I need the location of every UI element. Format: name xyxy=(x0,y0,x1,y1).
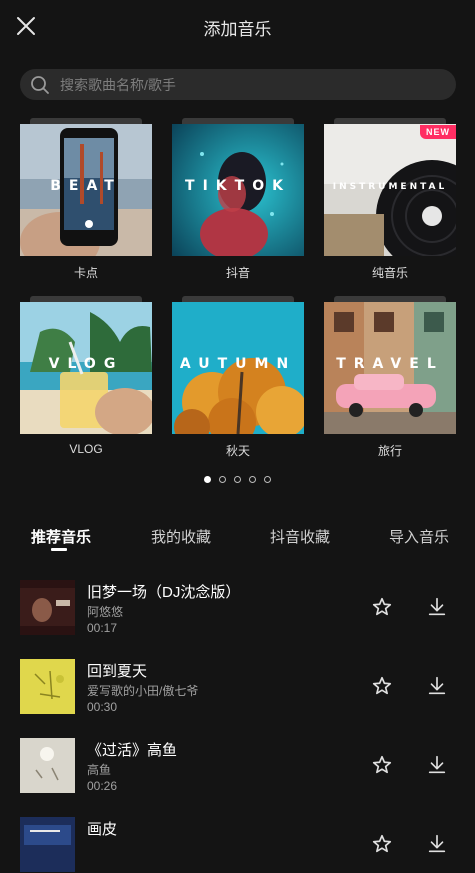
song-cover xyxy=(20,580,75,635)
song-artist: 高鱼 xyxy=(87,763,112,777)
song-duration: 00:30 xyxy=(87,700,118,714)
page-dot[interactable] xyxy=(219,476,226,483)
category-label: 秋天 xyxy=(225,444,250,458)
category-tiktok[interactable]: TIKTOK 抖音 xyxy=(172,118,304,280)
tab-recommended[interactable]: 推荐音乐 xyxy=(31,526,91,547)
page-dot[interactable] xyxy=(204,476,211,483)
category-label: VLOG xyxy=(69,442,103,456)
song-cover xyxy=(20,659,75,714)
song-title: 旧梦一场（DJ沈念版） xyxy=(87,584,241,601)
tab-douyin-favorites[interactable]: 抖音收藏 xyxy=(270,526,330,547)
new-badge: NEW xyxy=(420,125,456,139)
download-icon[interactable] xyxy=(426,754,448,776)
download-icon[interactable] xyxy=(426,675,448,697)
page-title: 添加音乐 xyxy=(203,20,272,39)
music-tabs: 推荐音乐 我的收藏 抖音收藏 导入音乐 xyxy=(0,526,475,556)
list-item[interactable]: 《过活》高鱼 高鱼 00:26 xyxy=(0,736,475,794)
song-title: 画皮 xyxy=(87,821,118,838)
page-dot[interactable] xyxy=(249,476,256,483)
category-overlay-text: AUTUMN xyxy=(179,356,297,372)
song-cover xyxy=(20,817,75,872)
category-beat[interactable]: BEAT 卡点 xyxy=(20,118,152,280)
category-overlay-text: BEAT xyxy=(50,178,122,194)
song-title: 回到夏天 xyxy=(87,663,148,680)
category-vlog[interactable]: VLOG VLOG xyxy=(20,296,152,456)
category-overlay-text: VLOG xyxy=(48,356,124,372)
tab-import[interactable]: 导入音乐 xyxy=(389,526,449,547)
song-artist: 爱写歌的小田/傲七爷 xyxy=(87,684,199,698)
page-dot[interactable] xyxy=(234,476,241,483)
pagination-dots xyxy=(0,476,475,483)
category-overlay-text: TIKTOK xyxy=(185,178,291,194)
song-cover xyxy=(20,738,75,793)
star-icon[interactable] xyxy=(371,754,393,776)
search-input[interactable] xyxy=(58,75,422,94)
song-duration: 00:17 xyxy=(87,621,118,635)
category-autumn[interactable]: AUTUMN 秋天 xyxy=(172,296,304,458)
category-instrumental[interactable]: NEW INSTRUMENTAL 纯音乐 xyxy=(324,118,456,280)
list-item[interactable]: 回到夏天 爱写歌的小田/傲七爷 00:30 xyxy=(0,657,475,715)
song-duration: 00:26 xyxy=(87,779,118,793)
song-title: 《过活》高鱼 xyxy=(87,742,178,759)
category-label: 卡点 xyxy=(73,266,98,280)
page-dot[interactable] xyxy=(264,476,271,483)
star-icon[interactable] xyxy=(371,596,393,618)
category-label: 旅行 xyxy=(377,444,402,458)
tab-favorites[interactable]: 我的收藏 xyxy=(151,526,211,547)
category-overlay-text: INSTRUMENTAL xyxy=(332,182,448,192)
download-icon[interactable] xyxy=(426,596,448,618)
category-overlay-text: TRAVEL xyxy=(336,356,444,372)
category-label: 抖音 xyxy=(225,266,250,280)
category-travel[interactable]: TRAVEL 旅行 xyxy=(324,296,456,458)
list-item[interactable]: 旧梦一场（DJ沈念版） 阿悠悠 00:17 xyxy=(0,578,475,636)
category-label: 纯音乐 xyxy=(371,266,408,280)
list-item[interactable]: 画皮 xyxy=(0,815,475,873)
star-icon[interactable] xyxy=(371,833,393,855)
search-icon xyxy=(31,75,49,94)
download-icon[interactable] xyxy=(426,833,448,855)
star-icon[interactable] xyxy=(371,675,393,697)
active-tab-indicator xyxy=(51,548,67,551)
search-bar[interactable] xyxy=(20,69,456,100)
header: 添加音乐 xyxy=(0,0,475,52)
song-artist: 阿悠悠 xyxy=(87,605,124,619)
